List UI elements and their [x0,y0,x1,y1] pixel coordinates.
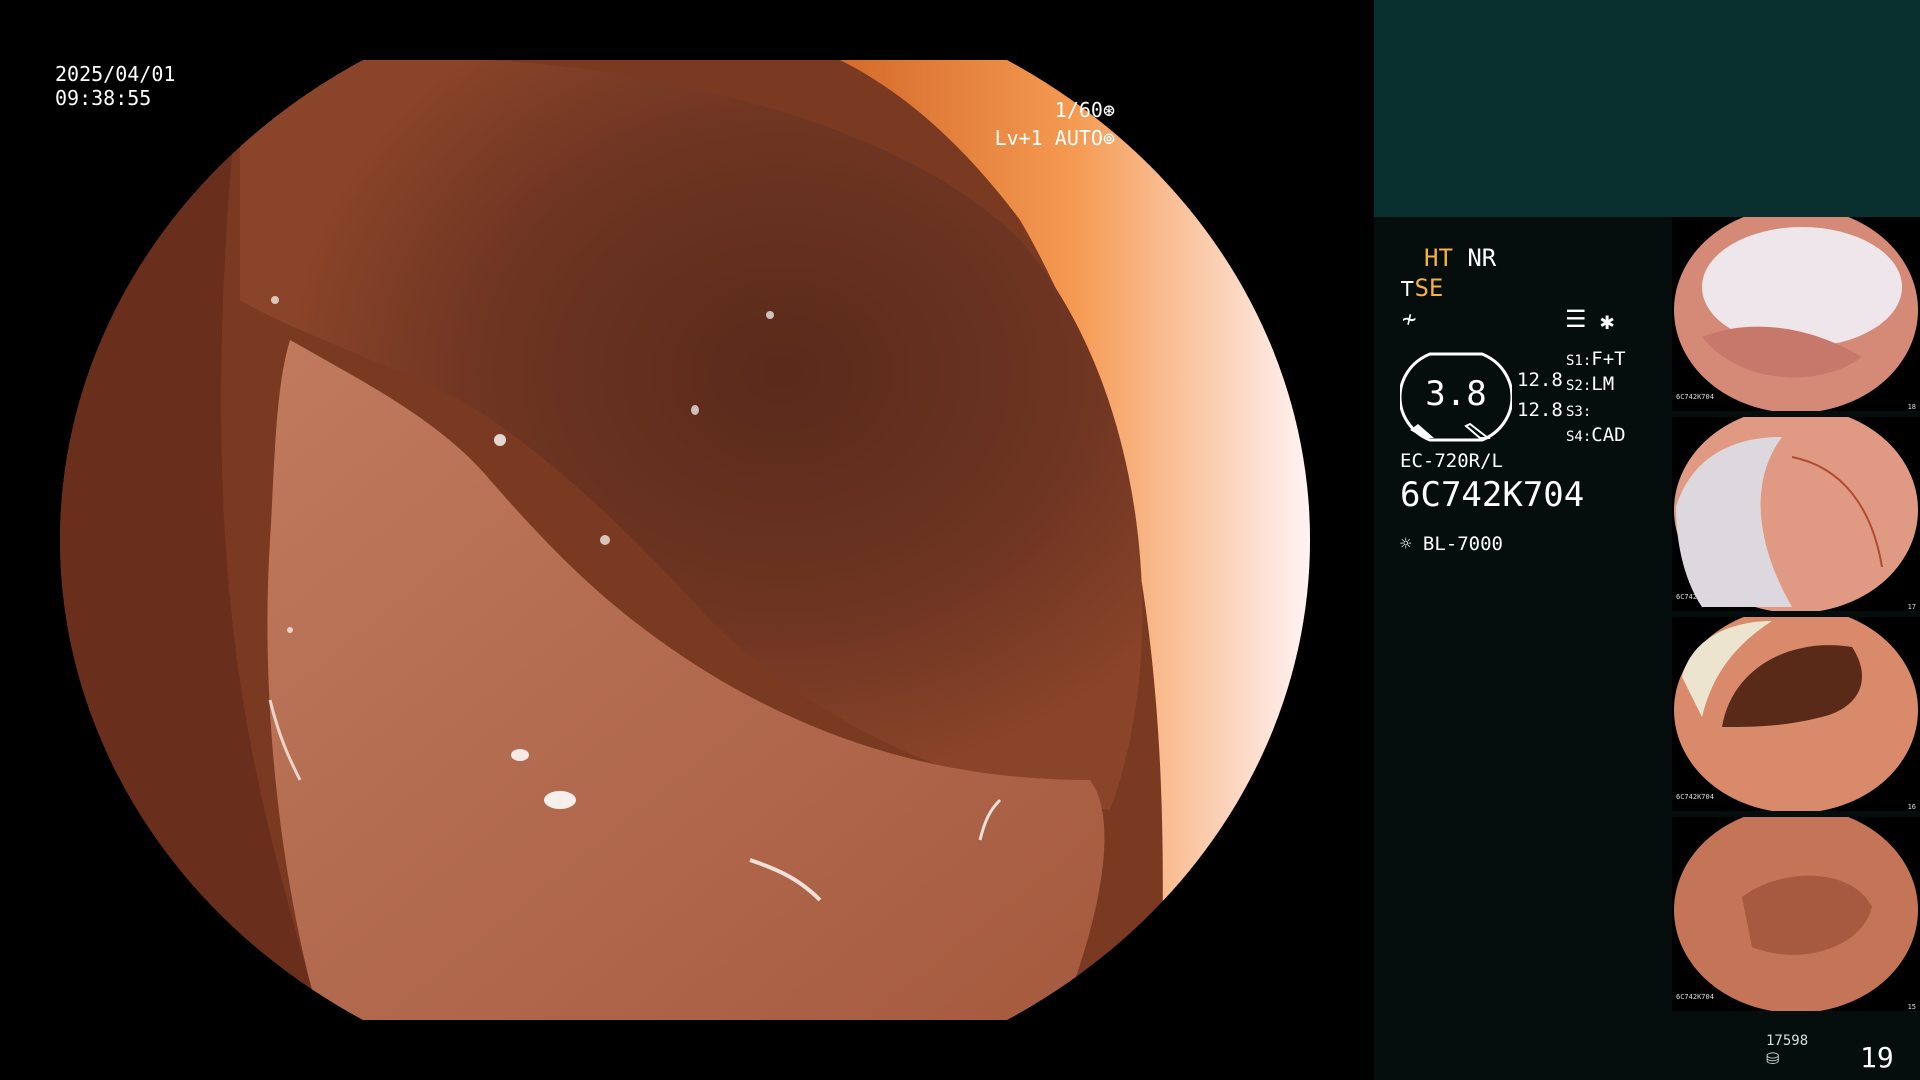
scope-model: EC-720R/L [1400,450,1503,472]
setting-s4: S4:CAD [1566,424,1626,446]
endoscope-view [60,60,1310,1020]
page-number: 19 [1860,1041,1894,1074]
thumbnail-2[interactable]: 6C742K704 17 [1672,417,1920,611]
iris-mode: AUTO [1054,126,1103,150]
thumbnail-4[interactable]: 6C742K704 15 [1672,817,1920,1011]
exposure-info: 1/60⊛ Lv+1 AUTO⊚ [995,98,1115,150]
list-icon: ☰ [1565,305,1587,333]
aperture-icon: ⊛ [1102,98,1115,122]
setting-s1: S1:F+T [1566,348,1626,370]
gauge-side-2: 12.8 [1517,399,1563,421]
thumbnail-1[interactable]: 6C742K704 18 [1672,217,1920,411]
disk-icon: ⛁ [1766,1049,1780,1068]
gauge-value: 3.8 [1425,374,1487,414]
zoom-gauge: 3.8 [1398,352,1514,442]
date-time: 2025/04/01 09:38:55 [55,62,175,110]
scope-serial: 6C742K704 [1400,475,1585,515]
date-text: 2025/04/01 [55,62,176,86]
level-text: Lv+1 [994,126,1043,150]
image-counter: 17598 ⛁ [1766,1033,1808,1068]
time-text: 09:38:55 [55,86,152,110]
info-panel: HT NR ⊤SE ≁ ☰ ✱ 3.8 12.8 12.8 S1:F+T S2:… [1374,217,1920,1080]
panel-header [1374,0,1920,217]
asterisk-icon: ✱ [1600,307,1615,335]
light-bulb-icon: ☼ [1400,533,1412,555]
light-source: BL-7000 [1422,533,1503,555]
thumbnail-3[interactable]: 6C742K704 16 [1672,617,1920,811]
nr-indicator: NR [1467,244,1497,272]
setting-s2: S2:LM [1566,373,1615,395]
structure-enhance-icon: ≁ [1402,305,1417,333]
endoscope-image [60,60,1310,1020]
setting-s3: S3: [1566,404,1592,420]
se-indicator: SE [1414,274,1444,302]
shutter-speed: 1/60 [1054,98,1103,122]
scope-tip-icon: ⊤ [1400,274,1415,302]
image-count: 17598 [1766,1033,1809,1049]
ht-indicator: HT [1424,244,1453,272]
gauge-side-1: 12.8 [1517,369,1563,391]
iris-icon: ⊚ [1102,126,1115,150]
